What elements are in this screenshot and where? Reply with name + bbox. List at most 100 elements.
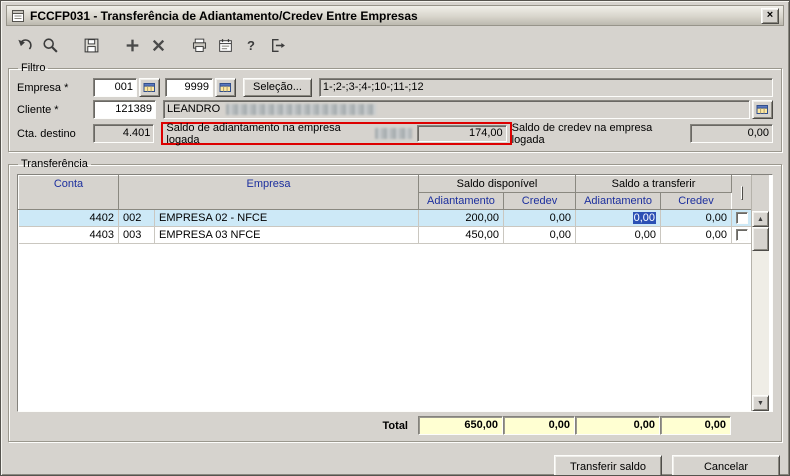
transferir-saldo-button[interactable]: Transferir saldo <box>554 455 662 475</box>
header-saldo-disponivel[interactable]: Saldo disponível <box>417 175 577 193</box>
cell-empresa-nome[interactable]: EMPRESA 02 - NFCE <box>154 209 419 227</box>
title-bar[interactable]: FCCFP031 - Transferência de Adiantamento… <box>6 5 784 26</box>
printer-icon <box>192 38 206 52</box>
grid-table: Conta Empresa Saldo disponível Saldo a t… <box>18 175 753 244</box>
search-button[interactable] <box>37 32 63 58</box>
cta-destino-field: 4.401 <box>93 124 155 143</box>
row-checkbox[interactable] <box>735 229 748 242</box>
empresa-code-field[interactable]: 001 <box>93 78 137 97</box>
cell-empresa-code[interactable]: 002 <box>118 209 155 227</box>
schedule-button[interactable] <box>212 32 238 58</box>
undo-icon <box>17 38 32 50</box>
scroll-up-icon: ▲ <box>757 215 764 223</box>
saldo-credev-field: 0,00 <box>690 124 773 143</box>
delete-button[interactable] <box>145 32 171 58</box>
header-conta[interactable]: Conta <box>18 175 119 210</box>
cell-disp-credev[interactable]: 0,00 <box>503 226 577 244</box>
help-icon: ? <box>247 37 255 53</box>
saldo-adiantamento-label: Saldo de adiantamento na empresa logada <box>166 121 341 146</box>
filtro-legend: Filtro <box>21 62 46 74</box>
plus-icon <box>126 39 138 51</box>
empresa-code2-field[interactable]: 9999 <box>165 78 213 97</box>
select-all-button[interactable] <box>740 185 743 200</box>
cta-destino-row: Cta. destino 4.401 Saldo de adiantamento… <box>17 121 773 146</box>
cell-disp-credev[interactable]: 0,00 <box>503 209 577 227</box>
header-empresa[interactable]: Empresa <box>118 175 419 210</box>
header-disp-credev[interactable]: Credev <box>502 192 577 210</box>
cta-destino-label: Cta. destino <box>17 127 76 140</box>
scroll-down-icon: ▼ <box>757 399 764 407</box>
redacted-text <box>375 128 413 139</box>
row-checkbox-cell <box>731 209 753 227</box>
cell-empresa-nome[interactable]: EMPRESA 03 NFCE <box>154 226 419 244</box>
cell-conta[interactable]: 4403 <box>18 226 119 244</box>
cliente-code-field[interactable]: 121389 <box>93 100 156 119</box>
close-button[interactable]: × <box>761 7 779 24</box>
cell-transf-credev[interactable]: 0,00 <box>660 209 733 227</box>
cell-transf-credev[interactable]: 0,00 <box>660 226 733 244</box>
footer: Transferir saldo Cancelar <box>10 455 780 475</box>
undo-button[interactable] <box>11 32 37 58</box>
header-checkbox-cell <box>731 175 753 210</box>
add-button[interactable] <box>119 32 145 58</box>
header-disp-adiantamento[interactable]: Adiantamento <box>418 192 504 210</box>
scroll-track[interactable] <box>752 251 769 395</box>
total-row: Total 650,00 0,00 0,00 0,00 <box>17 416 773 435</box>
scroll-down-button[interactable]: ▼ <box>752 395 769 411</box>
grid-main: Conta Empresa Saldo disponível Saldo a t… <box>18 175 753 411</box>
row-checkbox[interactable] <box>735 212 748 225</box>
cliente-name-text: LEANDRO <box>167 103 221 115</box>
grid-row[interactable]: 4403 003 EMPRESA 03 NFCE 450,00 0,00 0,0… <box>18 226 753 244</box>
x-icon <box>152 39 164 51</box>
redacted-text <box>226 104 377 115</box>
dialog-window: FCCFP031 - Transferência de Adiantamento… <box>0 0 790 476</box>
cliente-name-field: LEANDRO <box>163 100 750 119</box>
print-button[interactable] <box>186 32 212 58</box>
calendar-icon <box>218 38 232 52</box>
header-transf-credev[interactable]: Credev <box>660 192 733 210</box>
transferencia-group: Transferência Conta Empresa Saldo dispon… <box>8 158 782 442</box>
exit-button[interactable] <box>264 32 290 58</box>
total-transf-credev: 0,00 <box>660 416 731 435</box>
empresa-lookup2-button[interactable] <box>215 78 236 97</box>
cell-transf-adiantamento[interactable]: 0,00 <box>575 226 662 244</box>
vertical-scrollbar[interactable]: ▲ ▼ <box>751 175 769 411</box>
empresa-label: Empresa * <box>17 81 69 94</box>
lookup-icon <box>219 83 231 92</box>
toolbar: ? <box>6 29 784 61</box>
empresa-lookup-button[interactable] <box>139 78 160 97</box>
total-disp-credev: 0,00 <box>503 416 575 435</box>
edit-cell-selected-text: 0,00 <box>632 212 657 224</box>
cancelar-button[interactable]: Cancelar <box>672 455 780 475</box>
cell-transf-adiantamento-editing[interactable]: 0,00 <box>575 209 662 227</box>
empresa-selection-field: 1-;2-;3-;4-;10-;11-;12 <box>318 78 773 97</box>
cell-disp-adiantamento[interactable]: 450,00 <box>418 226 504 244</box>
row-checkbox-cell <box>731 226 753 244</box>
scroll-thumb[interactable] <box>752 227 769 251</box>
search-icon <box>42 37 58 53</box>
lookup-icon <box>143 83 155 92</box>
saldo-credev-label: Saldo de credev na empresa logada <box>511 121 653 146</box>
grid-row-selected[interactable]: 4402 002 EMPRESA 02 - NFCE 200,00 0,00 0… <box>18 209 753 227</box>
selecao-button[interactable]: Seleção... <box>243 78 312 97</box>
cell-conta[interactable]: 4402 <box>18 209 119 227</box>
grid-empty-area <box>18 244 751 411</box>
lookup-icon <box>756 105 768 114</box>
header-transf-adiantamento[interactable]: Adiantamento <box>575 192 662 210</box>
cell-disp-adiantamento[interactable]: 200,00 <box>418 209 504 227</box>
close-icon: × <box>766 8 774 21</box>
total-label: Total <box>382 419 408 432</box>
window-title: FCCFP031 - Transferência de Adiantamento… <box>30 8 418 23</box>
total-disp-adiantamento: 650,00 <box>418 416 503 435</box>
saldo-adiantamento-field: 174,00 <box>417 125 507 142</box>
scroll-up-button[interactable]: ▲ <box>752 211 769 227</box>
help-button[interactable]: ? <box>238 32 264 58</box>
cliente-label: Cliente * <box>17 103 59 116</box>
header-saldo-transferir[interactable]: Saldo a transferir <box>575 175 733 193</box>
save-button[interactable] <box>78 32 104 58</box>
cliente-lookup-button[interactable] <box>752 100 773 119</box>
filtro-group: Filtro Empresa * 001 9999 Seleção... 1-;… <box>8 62 782 152</box>
window-icon <box>11 9 25 23</box>
transferencia-legend: Transferência <box>21 158 88 170</box>
cell-empresa-code[interactable]: 003 <box>118 226 155 244</box>
